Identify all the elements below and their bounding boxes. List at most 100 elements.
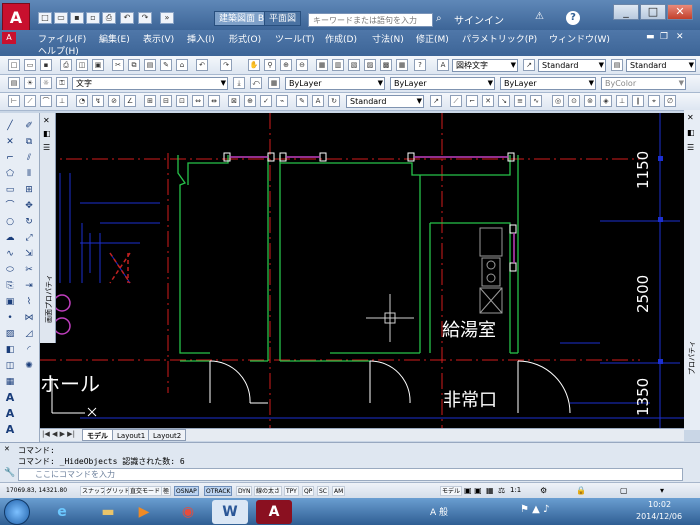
snap-nearest-icon[interactable]: ⌖ [648,95,660,107]
polyline-tool-icon[interactable]: ⌐ [3,151,17,165]
markup-icon[interactable]: ▩ [380,59,392,71]
dim-continue-icon[interactable]: ⊡ [176,95,188,107]
dim-override-icon[interactable]: ↗ [430,95,442,107]
search-input[interactable]: キーワードまたは語句を入力 [308,13,433,27]
explode-tool-icon[interactable]: ✺ [22,359,36,373]
stretch-tool-icon[interactable]: ⇲ [22,247,36,261]
xline-tool-icon[interactable]: ✕ [3,135,17,149]
sheetset-icon[interactable]: ▨ [364,59,376,71]
print-icon[interactable]: ⎙ [102,12,116,24]
save-icon[interactable]: ▪ [70,12,84,24]
doc-tab-1[interactable]: 建築図面 B [214,11,270,26]
ray-icon[interactable]: ↘ [498,95,510,107]
palette-close-icon[interactable]: ✕ [43,116,50,125]
osnap-toggle[interactable]: OSNAP [174,486,199,496]
ie-taskbar-icon[interactable]: e [44,500,80,524]
text-style-select[interactable]: 図枠文字 ▼ [452,59,518,72]
minimize-button[interactable]: _ [613,4,639,20]
redo-icon[interactable]: ↷ [220,59,232,71]
lock-icon[interactable]: ⚿ [56,77,68,89]
gradient-tool-icon[interactable]: ◧ [3,343,17,357]
layout-view-icon[interactable]: ▣ ▣ [464,486,482,495]
copy-tool-icon[interactable]: ⧉ [22,135,36,149]
inspect-icon[interactable]: ✓ [260,95,272,107]
workspace-icon[interactable]: ⚙ [540,486,547,495]
scale-tool-icon[interactable]: ⤢ [22,231,36,245]
publish-icon[interactable]: ▣ [92,59,104,71]
break-tool-icon[interactable]: ⌇ [22,295,36,309]
properties-close-icon[interactable]: ✕ [687,113,694,122]
tab-model[interactable]: モデル [82,429,113,441]
zoom-realtime-icon[interactable]: ⚲ [264,59,276,71]
tab-layout2[interactable]: Layout2 [148,429,187,441]
clean-screen-icon[interactable]: ▢ [620,486,628,495]
dim-edit-icon[interactable]: ✎ [296,95,308,107]
join-tool-icon[interactable]: ⋈ [22,311,36,325]
tolerance-icon[interactable]: ⊠ [228,95,240,107]
mtext-tool-icon[interactable]: A [3,391,17,405]
dim-arc-icon[interactable]: ⌒ [40,95,52,107]
block-icon[interactable]: ⌂ [176,59,188,71]
annotation-scale-value[interactable]: 1:1 [510,486,521,494]
word-taskbar-icon[interactable]: W [212,500,248,524]
snap-point-icon[interactable]: ◎ [552,95,564,107]
hatch-tool-icon[interactable]: ▨ [3,327,17,341]
explorer-taskbar-icon[interactable]: ▬ [90,500,126,524]
undo-icon[interactable]: ↶ [120,12,134,24]
point-tool-icon[interactable]: • [3,311,17,325]
otrack-toggle[interactable]: OTRACK [204,486,233,496]
menu-format[interactable]: 形式(O) [229,32,261,45]
layer-select[interactable]: 文字 ▼ [72,77,228,90]
doc-tab-2[interactable]: 平面図 [264,11,302,26]
polar-toggle[interactable]: 極 [161,486,172,496]
lineweight-toggle[interactable]: 線の太さ [254,486,283,496]
tab-layout1[interactable]: Layout1 [112,429,151,441]
mline-icon[interactable]: ≡ [514,95,526,107]
command-input[interactable]: ここにコマンドを入力 [18,468,683,481]
trim-tool-icon[interactable]: ✂ [22,263,36,277]
text-style-icon[interactable]: A [437,59,449,71]
ellipse-tool-icon[interactable]: ⬭ [3,263,17,277]
quick-view-icon[interactable]: ▦ [486,486,494,495]
ime-indicator[interactable]: A 般 [430,505,448,518]
circle-tool-icon[interactable]: ○ [3,215,17,229]
more-icon[interactable]: » [160,12,174,24]
cmd-close-icon[interactable]: ✕ [4,445,10,453]
qp-toggle[interactable]: QP [302,486,315,496]
lock-toolbar-icon[interactable]: 🔒 [576,486,586,495]
tray-icons[interactable]: ⚑ ▲ ♪ [520,504,549,515]
fillet-tool-icon[interactable]: ◜ [22,343,36,357]
help-button[interactable]: ? [566,11,580,25]
dim-angular-icon[interactable]: ∠ [124,95,136,107]
open-icon[interactable]: ▭ [54,12,68,24]
paste-icon[interactable]: ▤ [144,59,156,71]
dim-baseline-icon[interactable]: ⊟ [160,95,172,107]
mirror-tool-icon[interactable]: ⫽ [22,151,36,165]
copy-icon[interactable]: ⧉ [128,59,140,71]
doc-icon[interactable]: A [2,32,16,44]
menu-draw[interactable]: 作成(D) [325,32,357,45]
plotstyle-select[interactable]: ByColor ▼ [601,77,686,90]
status-menu-icon[interactable]: ▾ [660,486,664,495]
dim-ordinate-icon[interactable]: ⊥ [56,95,68,107]
layer-prev-icon[interactable]: ⤺ [250,77,262,89]
snap-quadrant-icon[interactable]: ◈ [600,95,612,107]
doc-minimize-icon[interactable]: ▬ [646,32,655,42]
array-tool-icon[interactable]: ⊞ [22,183,36,197]
text-edit-tool-icon[interactable]: A [3,423,17,437]
designcenter-icon[interactable]: ▥ [332,59,344,71]
ortho-toggle[interactable]: 直交モード [128,486,163,496]
text-tool-icon[interactable]: A [3,407,17,421]
menu-view[interactable]: 表示(V) [143,32,174,45]
polygon-tool-icon[interactable]: ⬠ [3,167,17,181]
xline-icon[interactable]: ✕ [482,95,494,107]
make-current-icon[interactable]: ⤓ [233,77,245,89]
spline-icon[interactable]: ∿ [530,95,542,107]
dim-style-icon[interactable]: ↗ [523,59,535,71]
snap-tangent-icon[interactable]: ⊚ [584,95,596,107]
redo-icon[interactable]: ↷ [138,12,152,24]
move-tool-icon[interactable]: ✥ [22,199,36,213]
properties-menu-icon[interactable]: ☰ [687,143,694,152]
dim-break-icon[interactable]: ⇹ [208,95,220,107]
rotate-tool-icon[interactable]: ↻ [22,215,36,229]
